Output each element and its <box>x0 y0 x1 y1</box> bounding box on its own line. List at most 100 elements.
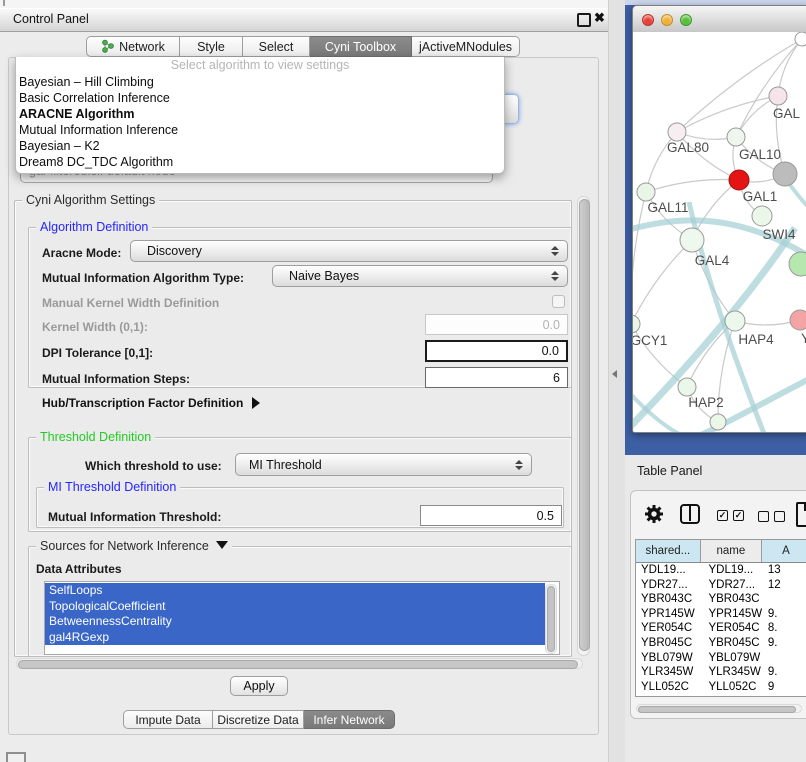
table-row[interactable]: YBL079WYBL079W <box>636 651 806 666</box>
network-view-window[interactable]: GALGAL80GAL10GAL1GAL11SWI4GAL4GCY1HAP4YH… <box>632 5 806 433</box>
node-label: GAL4 <box>695 253 730 268</box>
network-node-GAL10[interactable] <box>727 128 745 146</box>
table-column-header[interactable]: shared... <box>636 540 701 562</box>
table-column-header[interactable]: name <box>701 540 762 562</box>
network-window-titlebar[interactable] <box>633 6 806 33</box>
float-window-icon[interactable] <box>577 13 591 27</box>
tab-label: Infer Network <box>313 713 384 727</box>
network-node-HAP4[interactable] <box>725 311 745 331</box>
settings-vertical-scrollbar[interactable] <box>577 196 590 656</box>
algorithm-option[interactable]: ARACNE Algorithm <box>16 106 504 122</box>
network-edge[interactable] <box>633 240 692 324</box>
network-node-Y[interactable] <box>790 310 806 330</box>
splitter-collapse-icon[interactable] <box>612 370 617 378</box>
manual-kernel-checkbox[interactable] <box>552 295 565 308</box>
network-node[interactable] <box>795 32 806 46</box>
network-node[interactable] <box>710 414 726 430</box>
network-node-HAP2[interactable] <box>678 378 696 396</box>
list-vertical-scrollbar[interactable] <box>545 584 557 654</box>
dpi-tolerance-field[interactable]: 0.0 <box>425 340 568 362</box>
which-threshold-combo[interactable]: MI Threshold <box>235 453 532 476</box>
gear-icon[interactable] <box>644 504 664 524</box>
table-cell: YBL079W <box>700 651 761 666</box>
table-cell: YDL19... <box>700 563 761 578</box>
kernel-width-label: Kernel Width (0,1): <box>42 320 148 334</box>
split-columns-icon[interactable] <box>680 504 700 524</box>
panel-splitter[interactable] <box>608 0 625 762</box>
control-panel-titlebar[interactable]: Control Panel ✖ <box>0 8 608 32</box>
apply-button[interactable]: Apply <box>230 676 288 696</box>
minimize-traffic-light[interactable] <box>661 14 673 26</box>
close-icon[interactable]: ✖ <box>594 10 605 26</box>
network-node-GAL1[interactable] <box>729 170 749 190</box>
network-node-GAL[interactable] <box>769 87 787 105</box>
table-cell: 12 <box>762 578 806 593</box>
settings-horizontal-scrollbar[interactable] <box>16 658 583 669</box>
table-row[interactable]: YLR345WYLR345W9. <box>636 665 806 680</box>
file-icon[interactable] <box>796 502 806 527</box>
data-attributes-list[interactable]: SelfLoopsTopologicalCoefficientBetweenne… <box>44 581 560 655</box>
table-column-header[interactable]: A <box>762 540 806 562</box>
tab-network[interactable]: Network <box>86 36 180 57</box>
table-row[interactable]: YBR045CYBR045C9. <box>636 636 806 651</box>
node-label: GAL80 <box>667 140 709 155</box>
tab-impute-data[interactable]: Impute Data <box>123 710 213 729</box>
table-row[interactable]: YBR043CYBR043C <box>636 592 806 607</box>
table-panel-title: Table Panel <box>637 464 702 478</box>
node-table[interactable]: shared...nameA YDL19...YDL19...13YDR27..… <box>635 539 806 697</box>
node-label: Y <box>801 331 806 346</box>
mi-steps-field[interactable]: 6 <box>425 367 568 388</box>
hub-definition-toggle[interactable]: Hub/Transcription Factor Definition <box>42 396 260 410</box>
unchecked-columns-icon[interactable] <box>758 511 785 522</box>
kernel-width-field[interactable]: 0.0 <box>425 314 568 335</box>
tab-discretize-data[interactable]: Discretize Data <box>213 710 304 729</box>
table-row[interactable]: YLL052CYLL052C9 <box>636 680 806 695</box>
table-cell: YBR045C <box>636 636 700 651</box>
network-node-SWI4[interactable] <box>752 206 772 226</box>
tab-style[interactable]: Style <box>180 36 243 57</box>
tab-cyni-toolbox[interactable]: Cyni Toolbox <box>310 36 412 57</box>
mi-steps-label: Mutual Information Steps: <box>42 372 190 386</box>
table-horizontal-scrollbar[interactable] <box>636 704 802 713</box>
algorithm-option[interactable]: Dream8 DC_TDC Algorithm <box>16 154 504 170</box>
network-edge[interactable] <box>677 96 778 132</box>
tab-infer-network[interactable]: Infer Network <box>304 710 395 729</box>
algorithm-option[interactable]: Bayesian – Hill Climbing <box>16 74 504 90</box>
data-attribute-item[interactable]: SelfLoops <box>45 583 545 599</box>
table-row[interactable]: YDL19...YDL19...13 <box>636 563 806 578</box>
network-node-GCY1[interactable] <box>633 315 640 333</box>
data-attribute-item[interactable]: gal4RGexp <box>45 630 545 646</box>
network-node-GAL80[interactable] <box>668 123 686 141</box>
tab-select[interactable]: Select <box>243 36 310 57</box>
bottom-tabs: Impute Data Discretize Data Infer Networ… <box>123 710 395 729</box>
data-attribute-item[interactable]: TopologicalCoefficient <box>45 599 545 615</box>
network-edge[interactable] <box>646 180 739 192</box>
zoom-traffic-light[interactable] <box>680 14 692 26</box>
algorithm-option[interactable]: Bayesian – K2 <box>16 138 504 154</box>
collapsed-panel-icon[interactable] <box>6 752 26 762</box>
table-row[interactable]: YDR27...YDR27...12 <box>636 578 806 593</box>
checked-columns-icon[interactable]: ✓✓ <box>717 510 744 521</box>
mi-type-combo[interactable]: Naive Bayes <box>272 265 568 287</box>
network-node[interactable] <box>789 252 806 276</box>
cyni-settings-title: Cyni Algorithm Settings <box>22 193 159 207</box>
network-canvas[interactable]: GALGAL80GAL10GAL1GAL11SWI4GAL4GCY1HAP4YH… <box>633 32 806 432</box>
table-cell: YLR345W <box>636 665 700 680</box>
table-cell: 8. <box>762 621 806 636</box>
tab-label: Discretize Data <box>217 713 298 727</box>
mi-threshold-field[interactable]: 0.5 <box>420 505 562 526</box>
algorithm-option[interactable]: Mutual Information Inference <box>16 122 504 138</box>
close-traffic-light[interactable] <box>642 14 654 26</box>
network-node-GAL4[interactable] <box>680 228 704 252</box>
table-row[interactable]: YPR145WYPR145W9. <box>636 607 806 622</box>
algorithm-option[interactable]: Basic Correlation Inference <box>16 90 504 106</box>
tab-jactivemnodules[interactable]: jActiveMNodules <box>412 36 520 57</box>
network-edge[interactable] <box>633 192 646 324</box>
network-node[interactable] <box>773 162 797 186</box>
manual-kernel-label: Manual Kernel Width Definition <box>42 296 219 310</box>
aracne-mode-combo[interactable]: Discovery <box>130 240 568 262</box>
table-row[interactable]: YER054CYER054C8. <box>636 621 806 636</box>
data-attribute-item[interactable]: BetweennessCentrality <box>45 614 545 630</box>
network-node-GAL11[interactable] <box>637 183 655 201</box>
sources-toggle[interactable]: Sources for Network Inference <box>36 539 232 553</box>
